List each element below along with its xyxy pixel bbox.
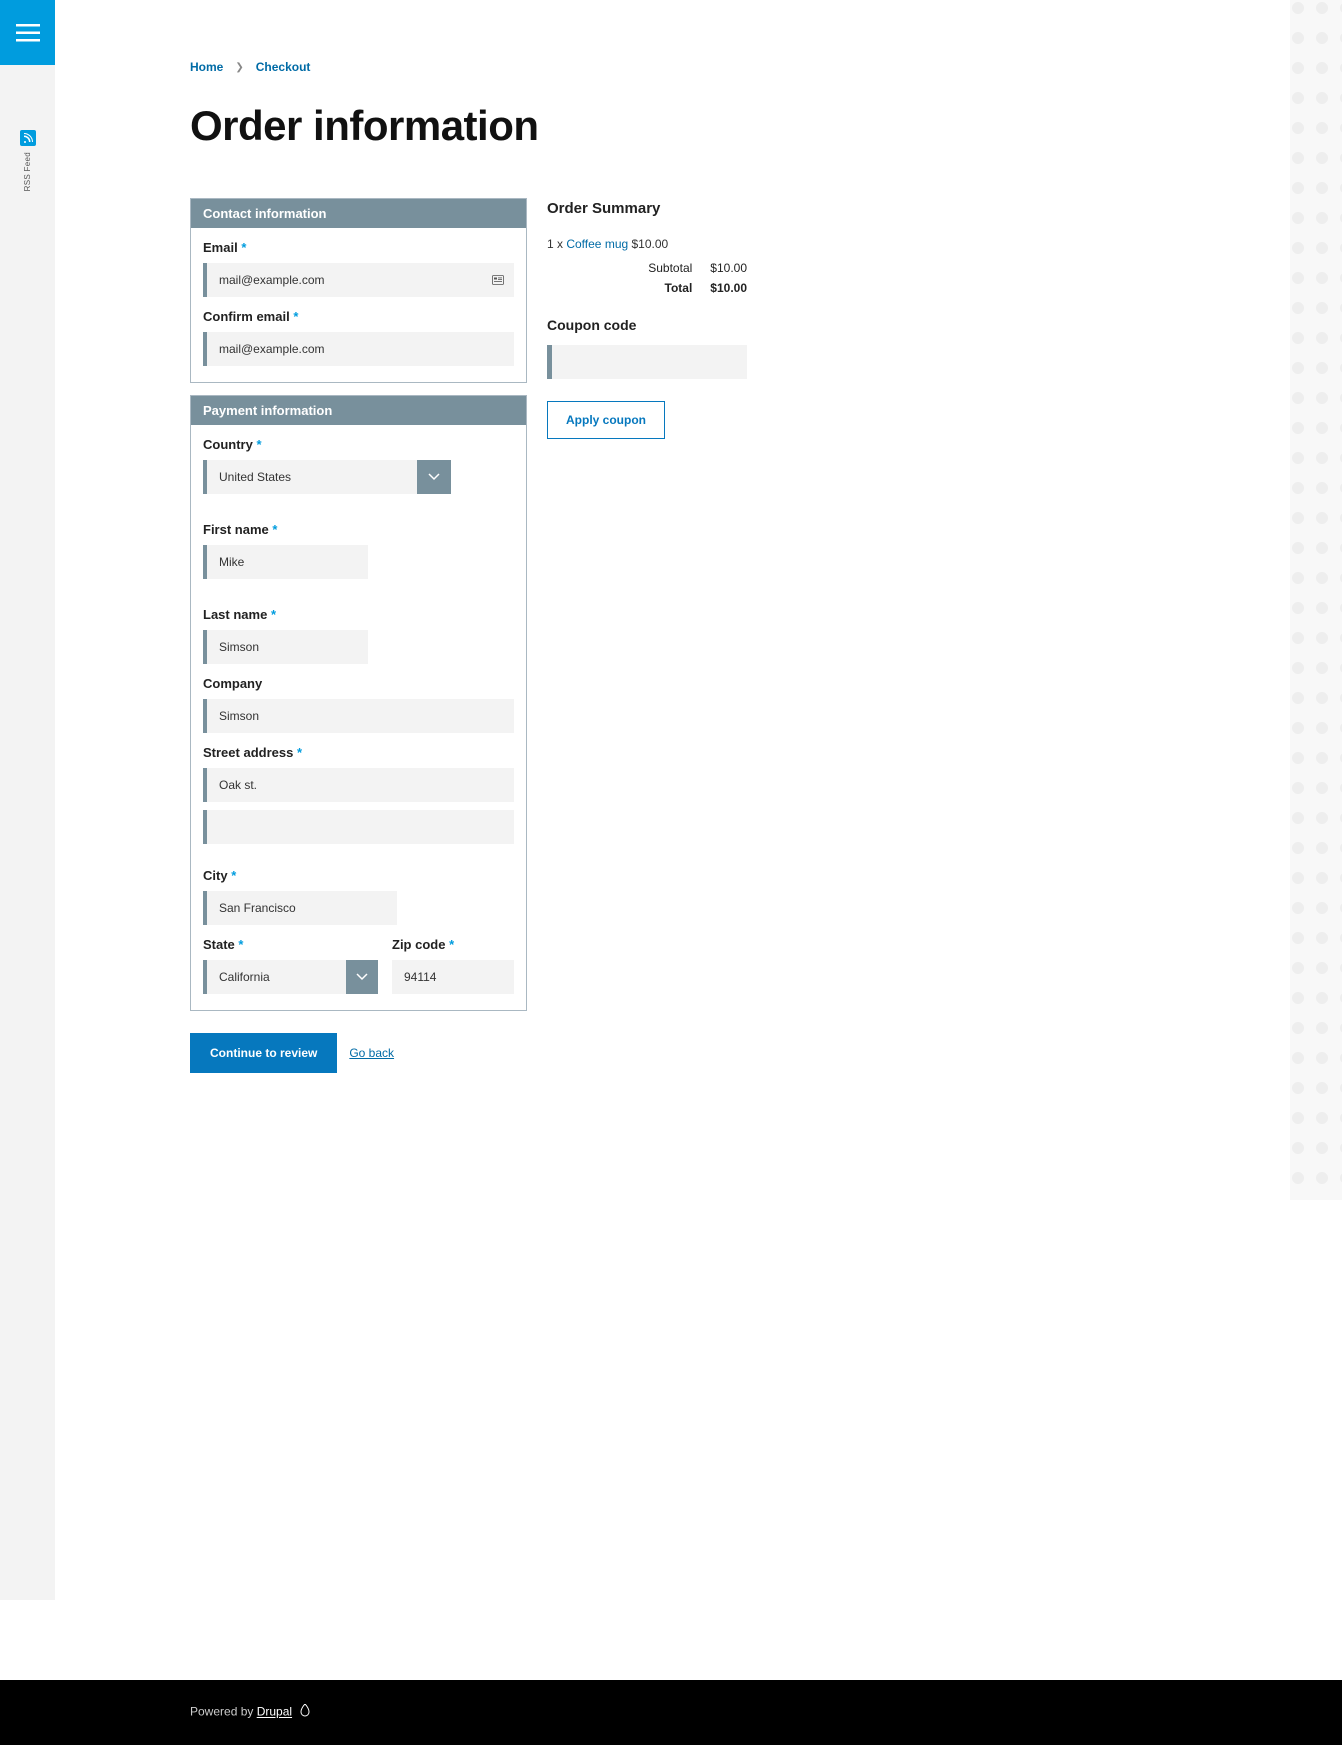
state-select[interactable]: California bbox=[207, 960, 346, 994]
breadcrumb-home[interactable]: Home bbox=[190, 60, 223, 74]
city-field[interactable] bbox=[207, 891, 397, 925]
drupal-link[interactable]: Drupal bbox=[257, 1705, 292, 1719]
sidebar: RSS Feed bbox=[0, 0, 55, 1600]
first-name-label: First name * bbox=[203, 522, 514, 537]
contact-card-icon bbox=[492, 275, 504, 285]
summary-line-item: 1 x Coffee mug $10.00 bbox=[547, 237, 747, 251]
contact-panel-header: Contact information bbox=[191, 199, 526, 228]
email-label: Email * bbox=[203, 240, 514, 255]
confirm-email-field[interactable] bbox=[207, 332, 514, 366]
powered-by-text: Powered by bbox=[190, 1705, 257, 1719]
street2-field[interactable] bbox=[207, 810, 514, 844]
rss-label: RSS Feed bbox=[23, 152, 32, 191]
email-field[interactable] bbox=[207, 263, 514, 297]
zip-field[interactable] bbox=[392, 960, 514, 994]
continue-button[interactable]: Continue to review bbox=[190, 1033, 337, 1073]
go-back-link[interactable]: Go back bbox=[349, 1046, 394, 1060]
payment-panel: Payment information Country * United Sta… bbox=[190, 395, 527, 1011]
zip-label: Zip code * bbox=[392, 937, 514, 952]
street-label: Street address * bbox=[203, 745, 514, 760]
coupon-field[interactable] bbox=[552, 345, 747, 379]
decorative-pattern bbox=[1290, 0, 1342, 1200]
breadcrumb-checkout[interactable]: Checkout bbox=[256, 60, 311, 74]
country-label: Country * bbox=[203, 437, 514, 452]
chevron-down-icon bbox=[356, 973, 368, 981]
footer: Powered by Drupal bbox=[0, 1680, 1342, 1745]
company-field[interactable] bbox=[207, 699, 514, 733]
apply-coupon-button[interactable]: Apply coupon bbox=[547, 401, 665, 439]
first-name-field[interactable] bbox=[207, 545, 368, 579]
coupon-title: Coupon code bbox=[547, 317, 747, 333]
state-label: State * bbox=[203, 937, 378, 952]
chevron-right-icon: ❯ bbox=[235, 62, 243, 73]
confirm-email-label: Confirm email * bbox=[203, 309, 514, 324]
street-field[interactable] bbox=[207, 768, 514, 802]
total-label: Total bbox=[665, 281, 693, 295]
state-dropdown-button[interactable] bbox=[346, 960, 378, 994]
summary-title: Order Summary bbox=[547, 200, 747, 217]
contact-panel: Contact information Email * Confirm emai… bbox=[190, 198, 527, 383]
city-label: City * bbox=[203, 868, 514, 883]
last-name-label: Last name * bbox=[203, 607, 514, 622]
subtotal-label: Subtotal bbox=[648, 261, 692, 275]
country-dropdown-button[interactable] bbox=[417, 460, 451, 494]
drupal-icon bbox=[299, 1704, 311, 1721]
rss-icon bbox=[20, 130, 36, 146]
country-select[interactable]: United States bbox=[207, 460, 417, 494]
product-link[interactable]: Coffee mug bbox=[566, 237, 628, 251]
payment-panel-header: Payment information bbox=[191, 396, 526, 425]
last-name-field[interactable] bbox=[207, 630, 368, 664]
chevron-down-icon bbox=[428, 473, 440, 481]
subtotal-value: $10.00 bbox=[710, 261, 747, 275]
total-value: $10.00 bbox=[710, 281, 747, 295]
page-title: Order information bbox=[190, 102, 915, 150]
menu-button[interactable] bbox=[0, 0, 55, 65]
company-label: Company bbox=[203, 676, 514, 691]
hamburger-icon bbox=[16, 24, 40, 42]
rss-feed-link[interactable]: RSS Feed bbox=[0, 130, 55, 191]
breadcrumb: Home ❯ Checkout bbox=[190, 60, 915, 74]
